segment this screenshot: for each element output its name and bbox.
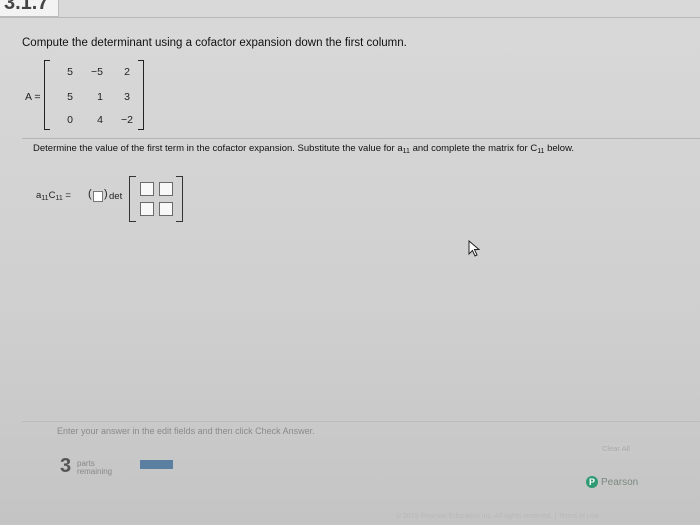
matrix-cell: 5 — [67, 91, 73, 103]
cofactor-matrix-left-bracket — [129, 176, 136, 222]
matrix-cell: 1 — [97, 91, 103, 103]
instruction-part: Determine the value of the first term in… — [33, 143, 403, 154]
section-tab: 3.1.7 — [0, 0, 59, 17]
parts-remaining-label: parts remaining — [77, 460, 112, 476]
section-divider — [22, 138, 700, 139]
pearson-brand: Pearson — [601, 477, 639, 488]
matrix-left-bracket — [44, 60, 50, 130]
matrix-a: A = 5 −5 2 5 1 3 0 4 −2 — [25, 60, 155, 130]
det-label: det — [109, 191, 123, 202]
cofactor-matrix-input-2-2[interactable] — [159, 202, 173, 216]
open-paren: ( — [88, 188, 92, 200]
matrix-cell: 0 — [67, 114, 73, 126]
a11-value-input[interactable] — [93, 191, 103, 202]
section-number: 3.1.7 — [4, 0, 49, 14]
cofactor-matrix-input-2-1[interactable] — [140, 202, 154, 216]
cofactor-matrix-input-1-1[interactable] — [140, 182, 154, 196]
clear-all-button[interactable]: Clear All — [599, 443, 633, 454]
bottom-divider — [22, 421, 700, 422]
instruction-part: below. — [544, 143, 575, 154]
matrix-cell: −5 — [91, 66, 103, 78]
instruction-subscript: 11 — [402, 148, 410, 155]
progress-bar — [140, 460, 173, 469]
instruction-part: and complete the matrix for C — [409, 143, 538, 154]
expr-equals: = — [62, 190, 71, 201]
cofactor-matrix-right-bracket — [176, 176, 183, 222]
mouse-cursor-icon — [468, 240, 481, 257]
copyright-footer: © 2019 Pearson Education Inc. All rights… — [396, 513, 600, 520]
cofactor-matrix-input-1-2[interactable] — [159, 182, 173, 196]
pearson-p-icon: P — [586, 476, 598, 488]
matrix-cell: −2 — [121, 114, 133, 126]
pearson-logo: P Pearson — [586, 476, 638, 488]
matrix-label: A = — [25, 91, 41, 103]
expr-c-sub: 11 — [55, 195, 63, 202]
remaining-label: remaining — [77, 467, 113, 476]
parts-remaining-count: 3 — [60, 455, 72, 477]
expr-a-sub: 11 — [41, 195, 49, 202]
matrix-cell: 3 — [124, 91, 130, 103]
top-divider — [0, 17, 700, 18]
question-text: Compute the determinant using a cofactor… — [22, 37, 407, 49]
matrix-cell: 4 — [97, 114, 103, 126]
instruction-text: Determine the value of the first term in… — [33, 143, 574, 155]
matrix-cell: 5 — [67, 66, 73, 78]
matrix-cell: 2 — [124, 66, 130, 78]
matrix-right-bracket — [138, 60, 144, 130]
cofactor-expression: a11C11 = — [36, 190, 71, 202]
enter-answer-hint: Enter your answer in the edit fields and… — [57, 426, 315, 436]
close-paren: ) — [104, 188, 108, 200]
